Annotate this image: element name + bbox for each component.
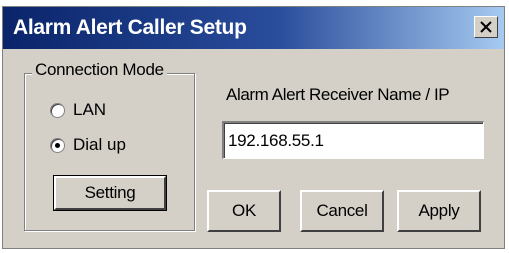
radio-dialup[interactable]: Dial up <box>50 134 126 156</box>
radio-lan-label: LAN <box>73 100 107 119</box>
radio-lan-circle[interactable] <box>50 102 65 118</box>
close-icon <box>480 21 492 33</box>
apply-button[interactable]: Apply <box>397 190 481 232</box>
radio-dialup-label: Dial up <box>73 135 126 154</box>
receiver-ip-input[interactable] <box>222 121 484 159</box>
connection-mode-legend: Connection Mode <box>32 60 167 80</box>
receiver-label: Alarm Alert Receiver Name / IP <box>226 85 450 104</box>
close-button[interactable] <box>474 16 498 38</box>
window-title: Alarm Alert Caller Setup <box>13 16 247 39</box>
title-bar[interactable]: Alarm Alert Caller Setup <box>3 7 504 49</box>
radio-lan[interactable]: LAN <box>50 99 106 121</box>
radio-dialup-circle[interactable] <box>50 137 65 153</box>
cancel-button[interactable]: Cancel <box>300 190 384 232</box>
ok-button[interactable]: OK <box>207 190 281 232</box>
setting-button[interactable]: Setting <box>53 175 167 211</box>
